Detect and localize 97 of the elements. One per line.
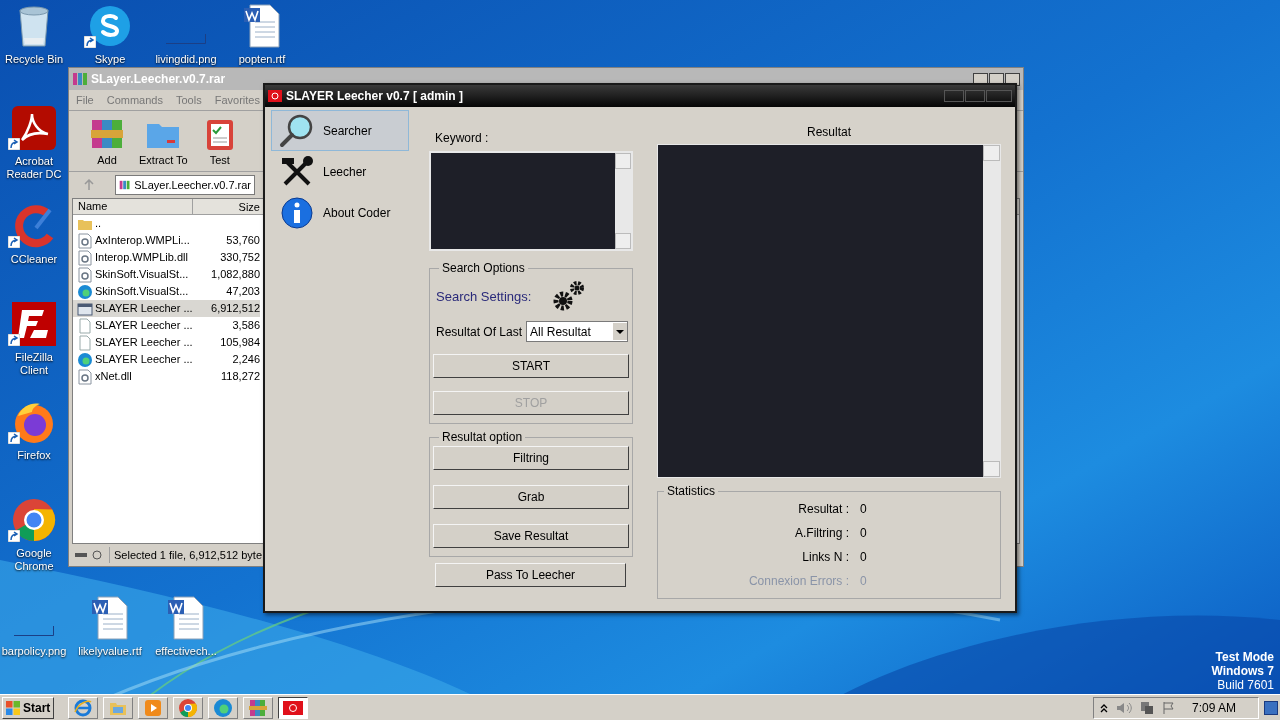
shortcut-arrow-icon (8, 138, 20, 150)
desktop-icon-label[interactable]: Skype (94, 53, 126, 66)
statistic-label: Connexion Errors : (747, 573, 849, 590)
flag-icon[interactable] (1162, 700, 1176, 715)
action-button[interactable]: Grab (433, 485, 629, 509)
resultat-label: Resultat (807, 124, 851, 141)
search-settings-label: Search Settings: (436, 288, 532, 307)
file-row[interactable]: AxInterop.WMPLi... 53,760 (73, 232, 260, 249)
gear-file-icon (77, 266, 93, 283)
filezilla-logo-icon (10, 300, 58, 348)
pdf-reader-icon (10, 104, 58, 152)
toolbar-button[interactable]: Extract To (139, 115, 188, 168)
desktop-icon-label[interactable]: FileZilla Client (0, 351, 68, 377)
gear-file-icon (77, 368, 93, 385)
flag-app-icon (283, 700, 303, 715)
dropdown-caret-icon (613, 323, 628, 340)
action-button[interactable]: START (433, 354, 629, 378)
chrome-logo-icon (10, 496, 58, 544)
file-row[interactable]: xNet.dll 118,272 (73, 368, 260, 385)
desktop-icon-label[interactable]: CCleaner (10, 253, 58, 266)
toolbar-button[interactable]: Add (89, 115, 125, 168)
address-field[interactable]: SLayer.Leecher.v0.7.rar (115, 175, 255, 195)
group-title: Resultat option (441, 429, 524, 446)
file-row[interactable]: SkinSoft.VisualSt... 47,203 (73, 283, 260, 300)
file-row[interactable]: SLAYER Leecher ... 2,246 (73, 351, 260, 368)
gear-file-icon (77, 249, 93, 266)
desktop-icon-label[interactable]: livingdid.png (155, 53, 217, 66)
column-header[interactable]: Size (193, 199, 260, 214)
start-button[interactable]: Start (2, 696, 54, 719)
file-row[interactable]: .. (73, 215, 260, 232)
show-desktop-button[interactable] (1264, 700, 1278, 715)
file-row[interactable]: SLAYER Leecher ... 6,912,512 (73, 300, 260, 317)
statistic-value: 0 (860, 501, 867, 518)
image-thumbnail-icon (14, 626, 54, 636)
action-button[interactable]: Save Resultat (433, 524, 629, 548)
edge-logo-icon (77, 351, 93, 368)
edge-logo-icon (77, 283, 93, 300)
taskbar-app-button[interactable] (278, 696, 308, 719)
nav-item[interactable]: Searcher (271, 110, 409, 151)
blank-file-icon (77, 317, 93, 334)
drive-key-icon (75, 550, 105, 560)
shortcut-arrow-icon (8, 334, 20, 346)
edge-logo-icon (213, 697, 233, 718)
os-notice-text: Test Mode (1215, 650, 1274, 664)
archive-app-icon (72, 71, 88, 87)
group-title: Statistics (666, 483, 716, 500)
statistic-label: Resultat : (797, 501, 849, 518)
scrollbar[interactable] (615, 153, 631, 249)
file-row[interactable]: SLAYER Leecher ... 105,984 (73, 334, 260, 351)
status-text: Selected 1 file, 6,912,512 byte (109, 546, 262, 564)
shortcut-arrow-icon (8, 432, 20, 444)
desktop-icon-label[interactable]: popten.rtf (238, 53, 286, 66)
window-title: SLAYER Leecher v0.7 [ admin ] (286, 88, 463, 105)
os-notice-text: Windows 7 (1211, 664, 1274, 678)
flag-app-icon (268, 90, 282, 102)
network-icon[interactable] (1140, 700, 1154, 715)
os-notice-text: Build 7601 (1217, 678, 1274, 692)
resultat-of-last-label: Resultat Of Last (436, 323, 523, 341)
statistic-value: 0 (860, 549, 867, 566)
blank-file-icon (77, 334, 93, 351)
nav-item[interactable]: Leecher (271, 151, 409, 192)
pass-to-leecher-button[interactable]: Pass To Leecher (435, 563, 626, 587)
keyword-field[interactable] (429, 151, 633, 251)
action-button[interactable]: Filtring (433, 446, 629, 470)
file-row[interactable]: SkinSoft.VisualSt... 1,082,880 (73, 266, 260, 283)
statistic-label: Links N : (801, 549, 849, 566)
gear-file-icon (77, 232, 93, 249)
toolbar-button[interactable]: Test (201, 115, 238, 168)
desktop-icon-label[interactable]: Google Chrome (0, 547, 68, 573)
application-window-icon (77, 300, 93, 317)
scrollbar[interactable] (983, 145, 1000, 477)
desktop-icon-label[interactable]: Recycle Bin (4, 53, 64, 66)
nav-item[interactable]: About Coder (271, 192, 409, 233)
shortcut-arrow-icon (8, 530, 20, 542)
column-header[interactable]: Name (73, 199, 193, 214)
chevron-up-icon[interactable] (1100, 702, 1108, 713)
magnifier-icon (279, 112, 315, 149)
group-title: Search Options (441, 260, 526, 277)
shortcut-arrow-icon (8, 236, 20, 248)
resultat-dropdown[interactable]: All Resultat (526, 321, 629, 342)
desktop-icon-label[interactable]: Firefox (17, 449, 51, 462)
desktop-icon-label[interactable]: Acrobat Reader DC (0, 155, 68, 181)
speaker-icon[interactable] (1116, 700, 1132, 715)
statistic-value: 0 (860, 573, 867, 590)
statistic-label: A.Filtring : (794, 525, 849, 542)
clock: 7:09 AM (1192, 699, 1237, 717)
browser-e-icon (73, 697, 93, 718)
books-stack-icon (248, 697, 268, 718)
shortcut-arrow-icon (84, 36, 96, 48)
keyword-label: Keyword : (435, 130, 490, 147)
windows-logo-icon (5, 699, 21, 716)
file-row[interactable]: Interop.WMPLib.dll 330,752 (73, 249, 260, 266)
window-title: SLayer.Leecher.v0.7.rar (91, 71, 226, 88)
statistic-value: 0 (860, 525, 867, 542)
file-row[interactable]: SLAYER Leecher ... 3,586 (73, 317, 260, 334)
image-thumbnail-icon (166, 34, 206, 44)
info-icon (279, 194, 315, 231)
